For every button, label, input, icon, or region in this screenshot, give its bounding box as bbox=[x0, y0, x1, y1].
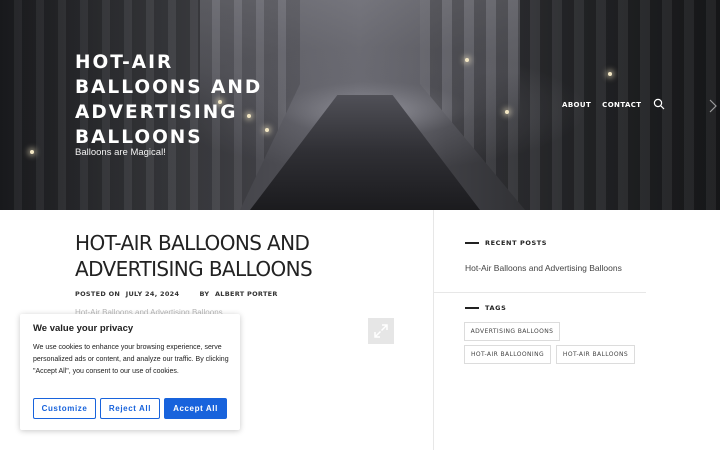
recent-posts-heading: RECENT POSTS bbox=[465, 239, 547, 247]
reject-all-button[interactable]: Reject All bbox=[100, 398, 160, 419]
tags-title: TAGS bbox=[485, 304, 507, 312]
recent-post-link[interactable]: Hot-Air Balloons and Advertising Balloon… bbox=[465, 263, 622, 273]
expand-image-button[interactable] bbox=[368, 318, 394, 344]
post-author[interactable]: ALBERT PORTER bbox=[215, 290, 278, 298]
heading-bar bbox=[465, 242, 479, 244]
cookie-description: We use cookies to enhance your browsing … bbox=[33, 344, 229, 375]
street-light bbox=[30, 150, 34, 154]
tag-hot-air-balloons[interactable]: HOT-AIR BALLOONS bbox=[556, 345, 635, 364]
street-light bbox=[465, 58, 469, 62]
posted-on-label: POSTED ON bbox=[75, 290, 121, 298]
cookie-consent-banner: We value your privacy We use cookies to … bbox=[20, 314, 240, 430]
search-icon[interactable] bbox=[653, 98, 665, 110]
nav-item-contact[interactable]: CONTACT bbox=[602, 101, 641, 109]
tags-heading: TAGS bbox=[465, 304, 506, 312]
post-title: HOT-AIR BALLOONS AND ADVERTISING BALLOON… bbox=[75, 231, 313, 281]
primary-nav: ABOUT CONTACT bbox=[562, 98, 665, 110]
tag-hot-air-ballooning[interactable]: HOT-AIR BALLOONING bbox=[464, 345, 551, 364]
site-tagline: Balloons are Magical! bbox=[75, 147, 166, 158]
chevron-right-icon[interactable] bbox=[708, 98, 718, 114]
by-label: BY bbox=[199, 290, 210, 298]
street-light bbox=[505, 110, 509, 114]
widget-divider bbox=[434, 292, 646, 293]
street-light bbox=[608, 72, 612, 76]
post-meta: POSTED ON JULY 24, 2024 BY ALBERT PORTER bbox=[75, 290, 281, 298]
hero-header: HOT-AIR BALLOONS AND ADVERTISING BALLOON… bbox=[0, 0, 720, 210]
recent-posts-title: RECENT POSTS bbox=[485, 239, 548, 247]
heading-bar bbox=[465, 307, 479, 309]
nav-item-about[interactable]: ABOUT bbox=[562, 101, 591, 109]
post-date[interactable]: JULY 24, 2024 bbox=[126, 290, 180, 298]
site-title[interactable]: HOT-AIR BALLOONS AND ADVERTISING BALLOON… bbox=[75, 50, 275, 150]
accept-all-button[interactable]: Accept All bbox=[164, 398, 227, 419]
expand-icon bbox=[374, 324, 388, 338]
sidebar-divider bbox=[433, 210, 434, 450]
tag-advertising-balloons[interactable]: ADVERTISING BALLOONS bbox=[464, 322, 560, 341]
cookie-title: We value your privacy bbox=[33, 323, 134, 334]
customize-button[interactable]: Customize bbox=[33, 398, 96, 419]
